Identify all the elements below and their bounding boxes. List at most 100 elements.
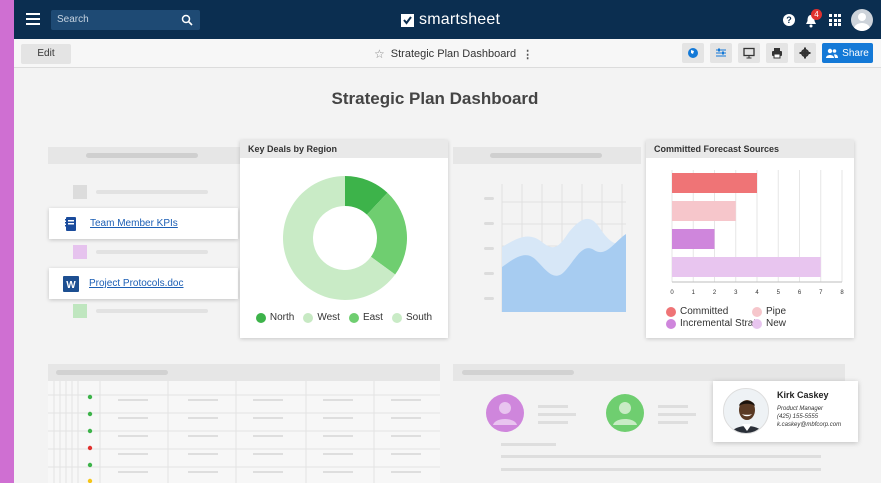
ghost-table [48,381,440,483]
notifications-button[interactable]: 4 [805,9,822,28]
ghost-line [96,190,208,194]
contact-photo [723,388,769,434]
legend-item-east: East [348,312,383,323]
contact-name: Kirk Caskey [777,390,829,400]
ghost-square [73,304,87,318]
ghost-line [96,309,208,313]
presentation-button[interactable] [738,43,760,63]
link-team-member-kpis[interactable]: Team Member KPIs [49,208,238,239]
smartsheet-logo-icon [401,13,414,27]
notification-badge: 4 [811,9,822,20]
word-icon: W [63,275,79,292]
app-window: Search smartsheet ? 4 Edit ☆ Strategic P… [14,0,881,483]
print-button[interactable] [766,43,788,63]
legend-swatch [752,306,762,317]
printer-icon [772,48,782,59]
ghost-square [73,245,87,259]
person-avatar-icon [724,389,768,433]
brand-logo[interactable]: smartsheet [401,10,500,30]
monitor-icon [743,47,755,59]
help-icon[interactable]: ? [783,14,795,26]
legend-label: South [405,312,433,323]
legend-label: North [269,312,295,323]
widget-settings-button[interactable] [710,43,732,63]
top-bar: Search smartsheet ? 4 [14,0,881,39]
legend-swatch [666,306,676,317]
link-project-protocols[interactable]: W Project Protocols.doc [49,268,238,299]
search-placeholder: Search [57,14,89,25]
gear-icon [799,47,811,59]
legend-label: Pipe [766,306,787,317]
x-tick-label: 0 [670,290,674,296]
legend-swatch [391,312,402,323]
legend-swatch [348,312,359,323]
legend-swatch [752,318,762,329]
legend-item-pipe: Pipe [752,306,786,317]
more-options-icon[interactable]: ⋮ [522,48,533,61]
search-input[interactable]: Search [51,10,200,30]
legend-item-incremental-strat-: Incremental Strat. [666,318,759,329]
document-title: Strategic Plan Dashboard [390,48,517,60]
ghost-square [73,185,87,199]
contact-phone: (425) 155-5555 [777,414,819,420]
link-label[interactable]: Team Member KPIs [90,218,178,229]
users-icon [826,48,839,58]
apps-grid-icon[interactable] [829,14,841,26]
document-title-area: ☆ Strategic Plan Dashboard ⋮ [374,47,533,61]
bar-new[interactable] [672,257,821,277]
ghost-line [96,250,208,254]
x-tick-label: 4 [755,290,759,296]
donut-chart [283,176,407,300]
widget-title: Key Deals by Region [240,140,448,158]
x-tick-label: 6 [798,290,802,296]
brand-name: smartsheet [419,11,501,28]
key-deals-widget[interactable]: Key Deals by Region North West East South [240,140,448,338]
legend-item-south: South [391,312,433,323]
x-tick-label: 2 [713,290,717,296]
search-icon [181,14,193,26]
ghost-bar [490,153,602,158]
publish-button[interactable] [682,43,704,63]
x-tick-label: 3 [734,290,738,296]
widget-title: Committed Forecast Sources [646,140,854,158]
ghost-area-chart [484,184,626,312]
edit-button[interactable]: Edit [21,44,71,64]
link-label[interactable]: Project Protocols.doc [89,278,184,289]
ghost-bar [56,370,168,375]
settings-button[interactable] [794,43,816,63]
user-avatar[interactable] [851,9,873,31]
legend-label: New [766,318,787,329]
legend-item-north: North [255,312,295,323]
x-tick-label: 7 [819,290,823,296]
legend-label: East [362,312,383,323]
share-label: Share [842,47,869,59]
legend-swatch [303,312,314,323]
share-button[interactable]: Share [822,43,873,63]
globe-icon [688,48,698,58]
bar-incremental-strat-[interactable] [672,229,715,249]
legend-item-new: New [752,318,786,329]
ghost-bar [462,370,574,375]
contact-card[interactable]: Kirk Caskey Product Manager (425) 155-55… [713,381,858,442]
legend-label: Incremental Strat. [680,318,759,329]
bar-pipe[interactable] [672,201,736,221]
legend-swatch [666,318,676,329]
menu-icon[interactable] [26,13,40,25]
forecast-sources-widget[interactable]: Committed Forecast Sources 0 1 2 3 4 5 6 7 8 Com… [646,140,854,338]
bar-chart: 0 1 2 3 4 5 6 7 8 [670,170,844,296]
dashboard-toolbar: Edit ☆ Strategic Plan Dashboard ⋮ Share [14,39,881,68]
dashboard-title: Strategic Plan Dashboard [331,89,539,108]
sliders-icon [716,48,726,57]
svg-text:W: W [66,280,76,291]
legend-swatch [255,312,266,323]
legend-label: Committed [680,306,729,317]
bar-committed[interactable] [672,173,757,193]
x-tick-label: 8 [840,290,844,296]
ghost-bar [86,153,198,158]
legend-item-committed: Committed [666,306,728,317]
donut-legend: North West East South [240,312,448,323]
notebook-icon [65,216,76,231]
favorite-star-icon[interactable]: ☆ [374,47,385,61]
x-tick-label: 5 [777,290,781,296]
x-tick-label: 1 [692,290,696,296]
